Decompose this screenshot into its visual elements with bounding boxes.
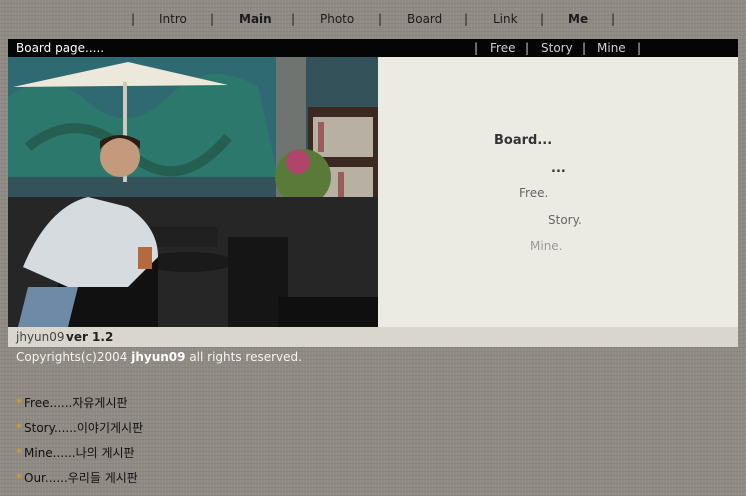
copyright-prefix: Copyrights(c)2004 [16, 350, 128, 364]
subnav-story[interactable]: Story [541, 41, 573, 55]
subnav-mine[interactable]: Mine [597, 41, 626, 55]
panel-dots: ... [551, 161, 566, 176]
bullet-icon: * [16, 446, 22, 460]
bullet-icon: * [16, 471, 22, 485]
panel-link-story[interactable]: Story. [548, 213, 582, 227]
cafe-photo-illustration [8, 57, 378, 327]
bullet-icon: * [16, 396, 22, 410]
site-owner: jhyun09 [16, 330, 65, 344]
subnav-separator: | [474, 41, 479, 55]
nav-intro[interactable]: Intro [159, 12, 187, 26]
nav-link[interactable]: Link [493, 12, 518, 26]
nav-separator: | [291, 12, 296, 26]
nav-me[interactable]: Me [568, 12, 588, 26]
subnav-separator: | [582, 41, 587, 55]
nav-board[interactable]: Board [407, 12, 442, 26]
nav-photo[interactable]: Photo [320, 12, 354, 26]
copyright-suffix: all rights reserved. [189, 350, 302, 364]
page-title: Board page..... [16, 41, 105, 55]
board-list-label: Free......자유게시판 [24, 396, 128, 410]
board-list-item-mine[interactable]: * Mine......나의 게시판 [16, 444, 135, 461]
copyright: Copyrights(c)2004 jhyun09 all rights res… [16, 350, 302, 364]
copyright-name: jhyun09 [131, 350, 186, 364]
board-list-label: Story......이야기게시판 [24, 421, 144, 435]
panel-link-mine[interactable]: Mine. [530, 239, 563, 253]
subnav-separator: | [637, 41, 642, 55]
top-nav: | Intro | Main | Photo | Board | Link | … [0, 10, 746, 30]
version-label: ver 1.2 [66, 330, 114, 344]
nav-separator: | [378, 12, 383, 26]
board-list-item-story[interactable]: * Story......이야기게시판 [16, 419, 143, 436]
cafe-photo [8, 57, 378, 327]
board-list-item-free[interactable]: * Free......자유게시판 [16, 394, 128, 411]
bullet-icon: * [16, 421, 22, 435]
nav-separator: | [464, 12, 469, 26]
nav-main[interactable]: Main [239, 12, 272, 26]
board-panel: Board... ... Free. Story. Mine. [378, 57, 738, 327]
nav-separator: | [131, 12, 136, 26]
subnav-separator: | [525, 41, 530, 55]
board-list-item-our[interactable]: * Our......우리들 게시판 [16, 469, 138, 486]
header-bar: Board page..... | Free | Story | Mine | [8, 39, 738, 57]
nav-separator: | [210, 12, 215, 26]
board-list-label: Our......우리들 게시판 [24, 471, 138, 485]
panel-title: Board... [494, 133, 553, 148]
board-list-label: Mine......나의 게시판 [24, 446, 135, 460]
nav-separator: | [611, 12, 616, 26]
version-bar: jhyun09 ver 1.2 [8, 327, 738, 347]
nav-separator: | [540, 12, 545, 26]
subnav-free[interactable]: Free [490, 41, 515, 55]
panel-link-free[interactable]: Free. [519, 186, 548, 200]
